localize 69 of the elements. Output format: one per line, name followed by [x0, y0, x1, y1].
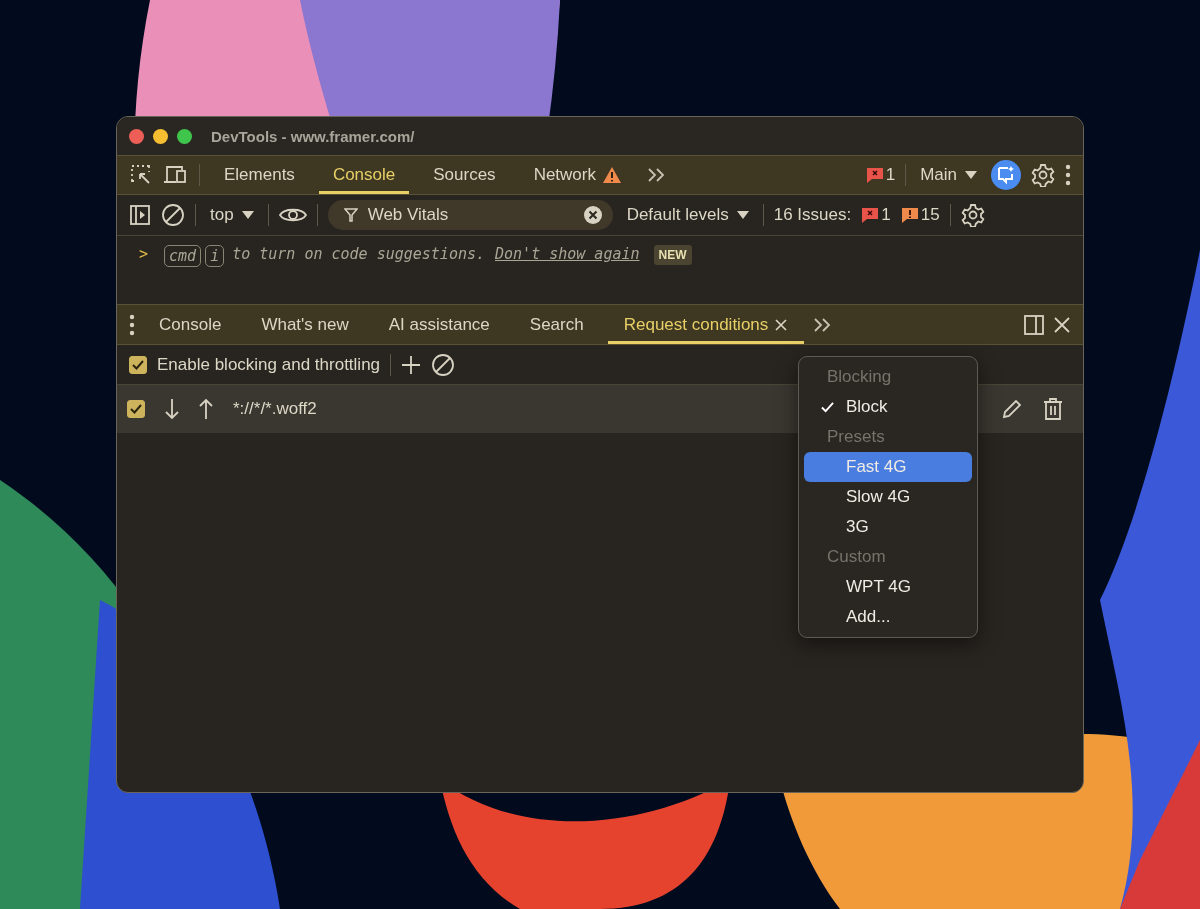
caret-icon: [736, 211, 749, 219]
error-icon: [865, 166, 884, 184]
issues-label: 16 Issues:: [773, 205, 852, 225]
menu-item[interactable]: 3G: [804, 512, 972, 542]
add-icon[interactable]: [401, 354, 422, 375]
drawer-tab[interactable]: What's new: [245, 305, 365, 344]
drawer-tab[interactable]: Search: [513, 305, 600, 344]
enable-checkbox[interactable]: [129, 355, 147, 374]
error-icon: [861, 206, 880, 224]
arrow-up-icon[interactable]: [199, 398, 213, 420]
menu-group-header: Blocking: [826, 366, 893, 388]
menu-item-label: WPT 4G: [846, 577, 911, 597]
close-window-button[interactable]: [129, 128, 144, 144]
trash-icon[interactable]: [1043, 398, 1063, 420]
close-icon[interactable]: [774, 317, 789, 332]
panel-tab[interactable]: Elements: [210, 156, 309, 194]
arrow-down-icon[interactable]: [165, 398, 179, 420]
block-icon[interactable]: [431, 352, 456, 377]
panel-tab[interactable]: Sources: [419, 156, 510, 194]
rule-pattern: *://*/*.woff2: [233, 399, 317, 419]
warning-icon: [900, 206, 919, 224]
filter-icon: [343, 208, 358, 222]
hint-text: to turn on code suggestions.: [232, 245, 486, 263]
ai-chat-icon[interactable]: [991, 160, 1021, 190]
filter-field[interactable]: Web Vitals: [327, 200, 613, 230]
clear-console-icon[interactable]: [161, 203, 185, 227]
levels-dropdown[interactable]: Default levels: [622, 205, 753, 225]
menu-group-header: Custom: [826, 546, 887, 568]
menu-group-header: Presets: [826, 426, 886, 448]
zoom-window-button[interactable]: [177, 128, 192, 144]
issue-warning-count: 15: [920, 205, 940, 225]
error-count: 1: [885, 165, 896, 185]
caret-icon: [241, 211, 254, 219]
pencil-icon[interactable]: [1001, 398, 1023, 420]
keyboard-key: cmd: [164, 245, 202, 267]
new-badge: NEW: [653, 245, 692, 265]
menu-item-label: Slow 4G: [846, 487, 911, 507]
menu-item[interactable]: Slow 4G: [804, 482, 972, 512]
panel-tab[interactable]: Network: [519, 156, 636, 194]
dock-side-icon[interactable]: [1023, 313, 1045, 336]
window-title: DevTools - www.framer.com/: [211, 127, 415, 145]
target-dropdown[interactable]: Main: [916, 165, 981, 185]
menu-item-label: Add...: [846, 607, 891, 627]
more-options-icon[interactable]: [129, 313, 135, 336]
rule-checkbox[interactable]: [127, 400, 145, 418]
menu-item-label: 3G: [846, 517, 869, 537]
sidebar-toggle-icon[interactable]: [129, 204, 151, 226]
settings-icon[interactable]: [1031, 163, 1055, 187]
drawer-tab[interactable]: Console: [143, 305, 238, 344]
eye-icon[interactable]: [278, 206, 307, 224]
menu-item[interactable]: Block: [804, 392, 972, 422]
caret-icon: [965, 171, 977, 179]
menu-item-label: Fast 4G: [846, 457, 907, 477]
close-icon[interactable]: [1053, 315, 1071, 334]
enable-label: Enable blocking and throttling: [157, 354, 381, 375]
drawer-tab[interactable]: AI assistance: [372, 305, 506, 344]
issue-error-count: 1: [881, 205, 891, 225]
menu-item[interactable]: Add...: [804, 602, 972, 632]
context-dropdown[interactable]: top: [206, 205, 258, 225]
minimize-window-button[interactable]: [153, 128, 168, 144]
filter-input[interactable]: Web Vitals: [367, 205, 573, 225]
settings-icon[interactable]: [960, 203, 985, 227]
dismiss-link[interactable]: Don't show again: [495, 245, 640, 263]
more-options-icon[interactable]: [1065, 164, 1071, 186]
menu-item-label: Block: [846, 397, 888, 417]
keyboard-key: i: [205, 245, 225, 267]
menu-item[interactable]: WPT 4G: [804, 572, 972, 602]
prompt-chevron: >: [139, 245, 149, 263]
clear-filter-icon[interactable]: [582, 205, 603, 225]
